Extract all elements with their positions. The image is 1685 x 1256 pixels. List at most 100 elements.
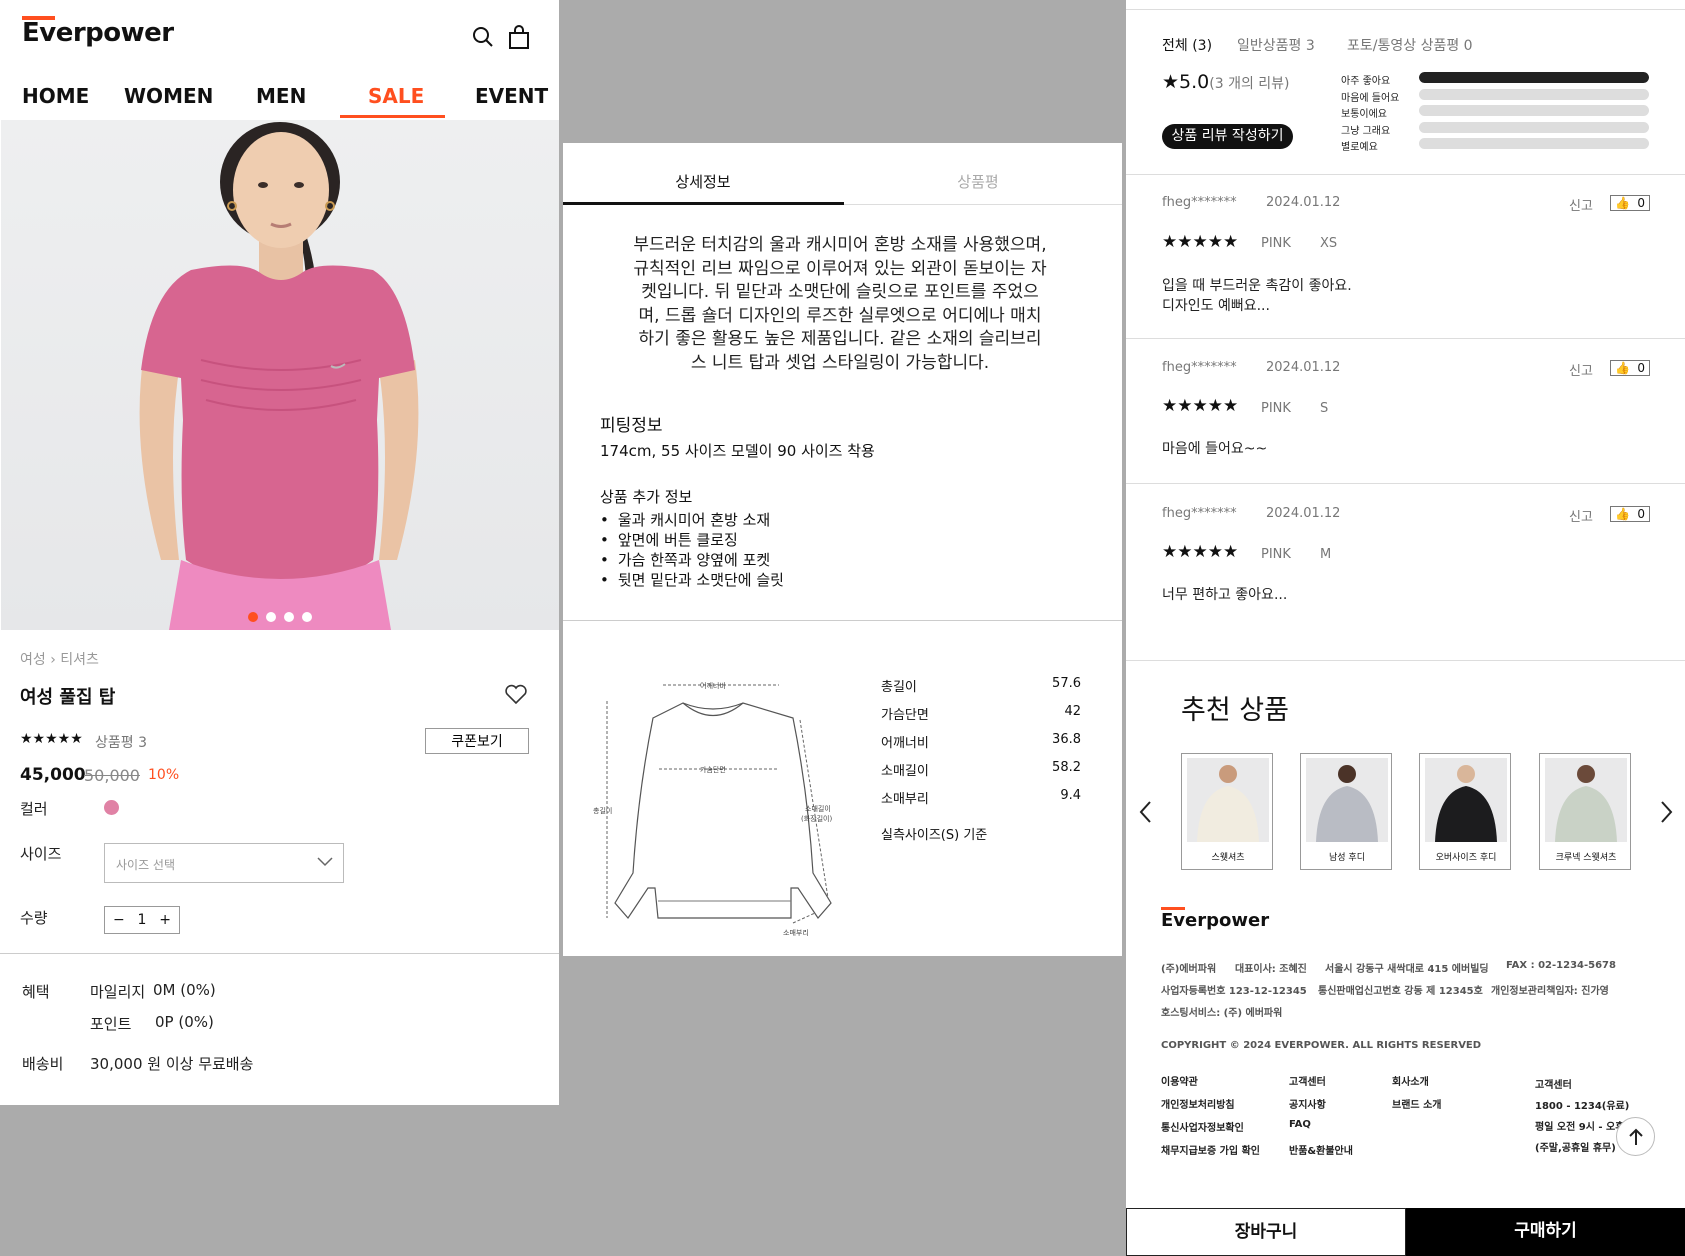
like-button[interactable]: 👍 0	[1610, 506, 1650, 522]
footer-logo[interactable]: Everpower	[1161, 907, 1269, 931]
rating-bar-label: 아주 좋아요	[1341, 76, 1391, 87]
review-user: fheg*******	[1162, 360, 1237, 375]
size-value: 36.8	[1052, 732, 1081, 747]
footer-link[interactable]: 반품&환불안내	[1289, 1142, 1353, 1157]
review-text: 디자인도 예뻐요...	[1162, 298, 1270, 314]
size-value: 9.4	[1060, 788, 1081, 803]
tab-detail[interactable]: 상세정보	[603, 171, 803, 192]
nav-event[interactable]: EVENT	[475, 84, 548, 108]
pagination-dot-active[interactable]	[248, 612, 258, 622]
nav-women[interactable]: WOMEN	[124, 84, 213, 108]
pagination-dot[interactable]	[284, 612, 294, 622]
write-review-button[interactable]: 상품 리뷰 작성하기	[1162, 124, 1293, 149]
add-to-cart-button[interactable]: 장바구니	[1126, 1208, 1406, 1256]
product-description: 부드러운 터치감의 울과 캐시미어 혼방 소재를 사용했으며, 규칙적인 리브 …	[633, 235, 1047, 373]
coupon-button[interactable]: 쿠폰보기	[425, 728, 529, 754]
like-count: 0	[1637, 361, 1645, 375]
buy-now-button[interactable]: 구매하기	[1406, 1208, 1685, 1256]
recommend-name: 크루넥 스웻셔츠	[1555, 853, 1617, 863]
footer-link[interactable]: 통신사업자정보확인	[1161, 1119, 1244, 1134]
heart-icon[interactable]	[504, 683, 528, 705]
recommend-card[interactable]: 스웻셔츠	[1181, 753, 1273, 870]
points-value: 0P (0%)	[155, 1013, 214, 1031]
footer-privacy-officer: 개인정보관리책임자: 진가영	[1491, 986, 1609, 997]
size-value: 58.2	[1052, 760, 1081, 775]
footer-link[interactable]: 브랜드 소개	[1392, 1096, 1441, 1111]
footer-link[interactable]: 회사소개	[1392, 1073, 1429, 1088]
rating-bar-label: 그냥 그래요	[1341, 126, 1391, 137]
review-tab-all[interactable]: 전체 (3)	[1162, 35, 1212, 55]
report-button[interactable]: 신고	[1569, 195, 1593, 214]
breadcrumb-item[interactable]: 티셔츠	[60, 652, 99, 668]
recommend-image	[1425, 758, 1507, 842]
color-swatch[interactable]	[104, 800, 119, 815]
review-tab-photo[interactable]: 포토/통영상 상품평 0	[1347, 35, 1473, 55]
footer-link[interactable]: 공지사항	[1289, 1096, 1326, 1111]
tab-reviews[interactable]: 상품평	[878, 171, 1078, 192]
recommend-card[interactable]: 남성 후디	[1300, 753, 1392, 870]
recommend-title: 추천 상품	[1181, 695, 1289, 726]
qty-value[interactable]: 1	[138, 912, 147, 928]
sale-price: 45,000	[20, 765, 86, 785]
nav-sale[interactable]: SALE	[368, 84, 424, 108]
recommend-card[interactable]: 크루넥 스웻셔츠	[1539, 753, 1631, 870]
rating-bar-label: 보통이에요	[1341, 109, 1387, 120]
brand-logo[interactable]: Everpower	[22, 16, 174, 48]
search-icon[interactable]	[470, 24, 496, 50]
review-tab-general[interactable]: 일반상품평 3	[1237, 35, 1315, 55]
pagination-dot[interactable]	[266, 612, 276, 622]
product-image[interactable]	[1, 120, 559, 630]
cart-icon[interactable]	[506, 24, 532, 50]
review-stars: ★★★★★	[1162, 232, 1239, 252]
footer-link[interactable]: FAQ	[1289, 1119, 1311, 1130]
size-select[interactable]: 사이즈 선택	[104, 843, 344, 883]
minus-icon[interactable]: −	[113, 912, 125, 928]
review-color: PINK	[1261, 236, 1291, 251]
rating-bar	[1419, 89, 1649, 100]
divider	[1126, 338, 1685, 339]
footer-telecom-no: 통신판매업신고번호 강동 제 12345호	[1318, 986, 1483, 997]
plus-icon[interactable]: +	[159, 912, 171, 928]
footer-link[interactable]: 고객센터	[1289, 1073, 1326, 1088]
nav-men[interactable]: MEN	[256, 84, 306, 108]
shipping-value: 30,000 원 이상 무료배송	[90, 1055, 254, 1073]
divider	[1126, 483, 1685, 484]
like-count: 0	[1637, 196, 1645, 210]
like-button[interactable]: 👍 0	[1610, 195, 1650, 211]
nav-home[interactable]: HOME	[22, 84, 89, 108]
extra-info-title: 상품 추가 정보	[600, 488, 693, 506]
recommend-card[interactable]: 오버사이즈 후디	[1419, 753, 1511, 870]
size-value: 42	[1064, 704, 1081, 719]
thumbs-up-icon: 👍	[1615, 361, 1630, 375]
size-name: 가슴단면	[881, 708, 929, 723]
score-count: (3 개의 리뷰)	[1209, 76, 1290, 92]
thumbs-up-icon: 👍	[1615, 196, 1630, 210]
fitting-title: 피팅정보	[600, 416, 663, 436]
report-button[interactable]: 신고	[1569, 360, 1593, 379]
report-button[interactable]: 신고	[1569, 506, 1593, 525]
footer-link[interactable]: 이용약관	[1161, 1073, 1198, 1088]
chevron-left-icon[interactable]	[1138, 800, 1154, 824]
image-pagination	[248, 612, 312, 622]
diagram-label-sleeve-sub: (화장길이)	[801, 814, 832, 823]
quantity-stepper: − 1 +	[104, 906, 180, 934]
review-color: PINK	[1261, 401, 1291, 416]
list-item: 뒷면 밑단과 소맷단에 슬릿	[600, 570, 784, 590]
pagination-dot[interactable]	[302, 612, 312, 622]
chevron-right-icon[interactable]	[1658, 800, 1674, 824]
recommend-name: 남성 후디	[1329, 853, 1365, 863]
chevron-down-icon	[317, 857, 333, 867]
rating-bar	[1419, 72, 1649, 83]
review-count[interactable]: 상품평 3	[95, 732, 147, 752]
review-text: 너무 편하고 좋아요...	[1162, 587, 1288, 603]
recommend-image	[1545, 758, 1627, 842]
scroll-top-button[interactable]	[1616, 1117, 1655, 1156]
footer-link[interactable]: 채무지급보증 가입 확인	[1161, 1142, 1260, 1157]
breadcrumb-item[interactable]: 여성	[20, 652, 46, 668]
like-button[interactable]: 👍 0	[1610, 360, 1650, 376]
rating-bar	[1419, 105, 1649, 116]
review-date: 2024.01.12	[1266, 506, 1341, 521]
tab-active-indicator	[563, 202, 844, 205]
qty-label: 수량	[20, 909, 48, 927]
footer-link[interactable]: 개인정보처리방침	[1161, 1096, 1235, 1111]
